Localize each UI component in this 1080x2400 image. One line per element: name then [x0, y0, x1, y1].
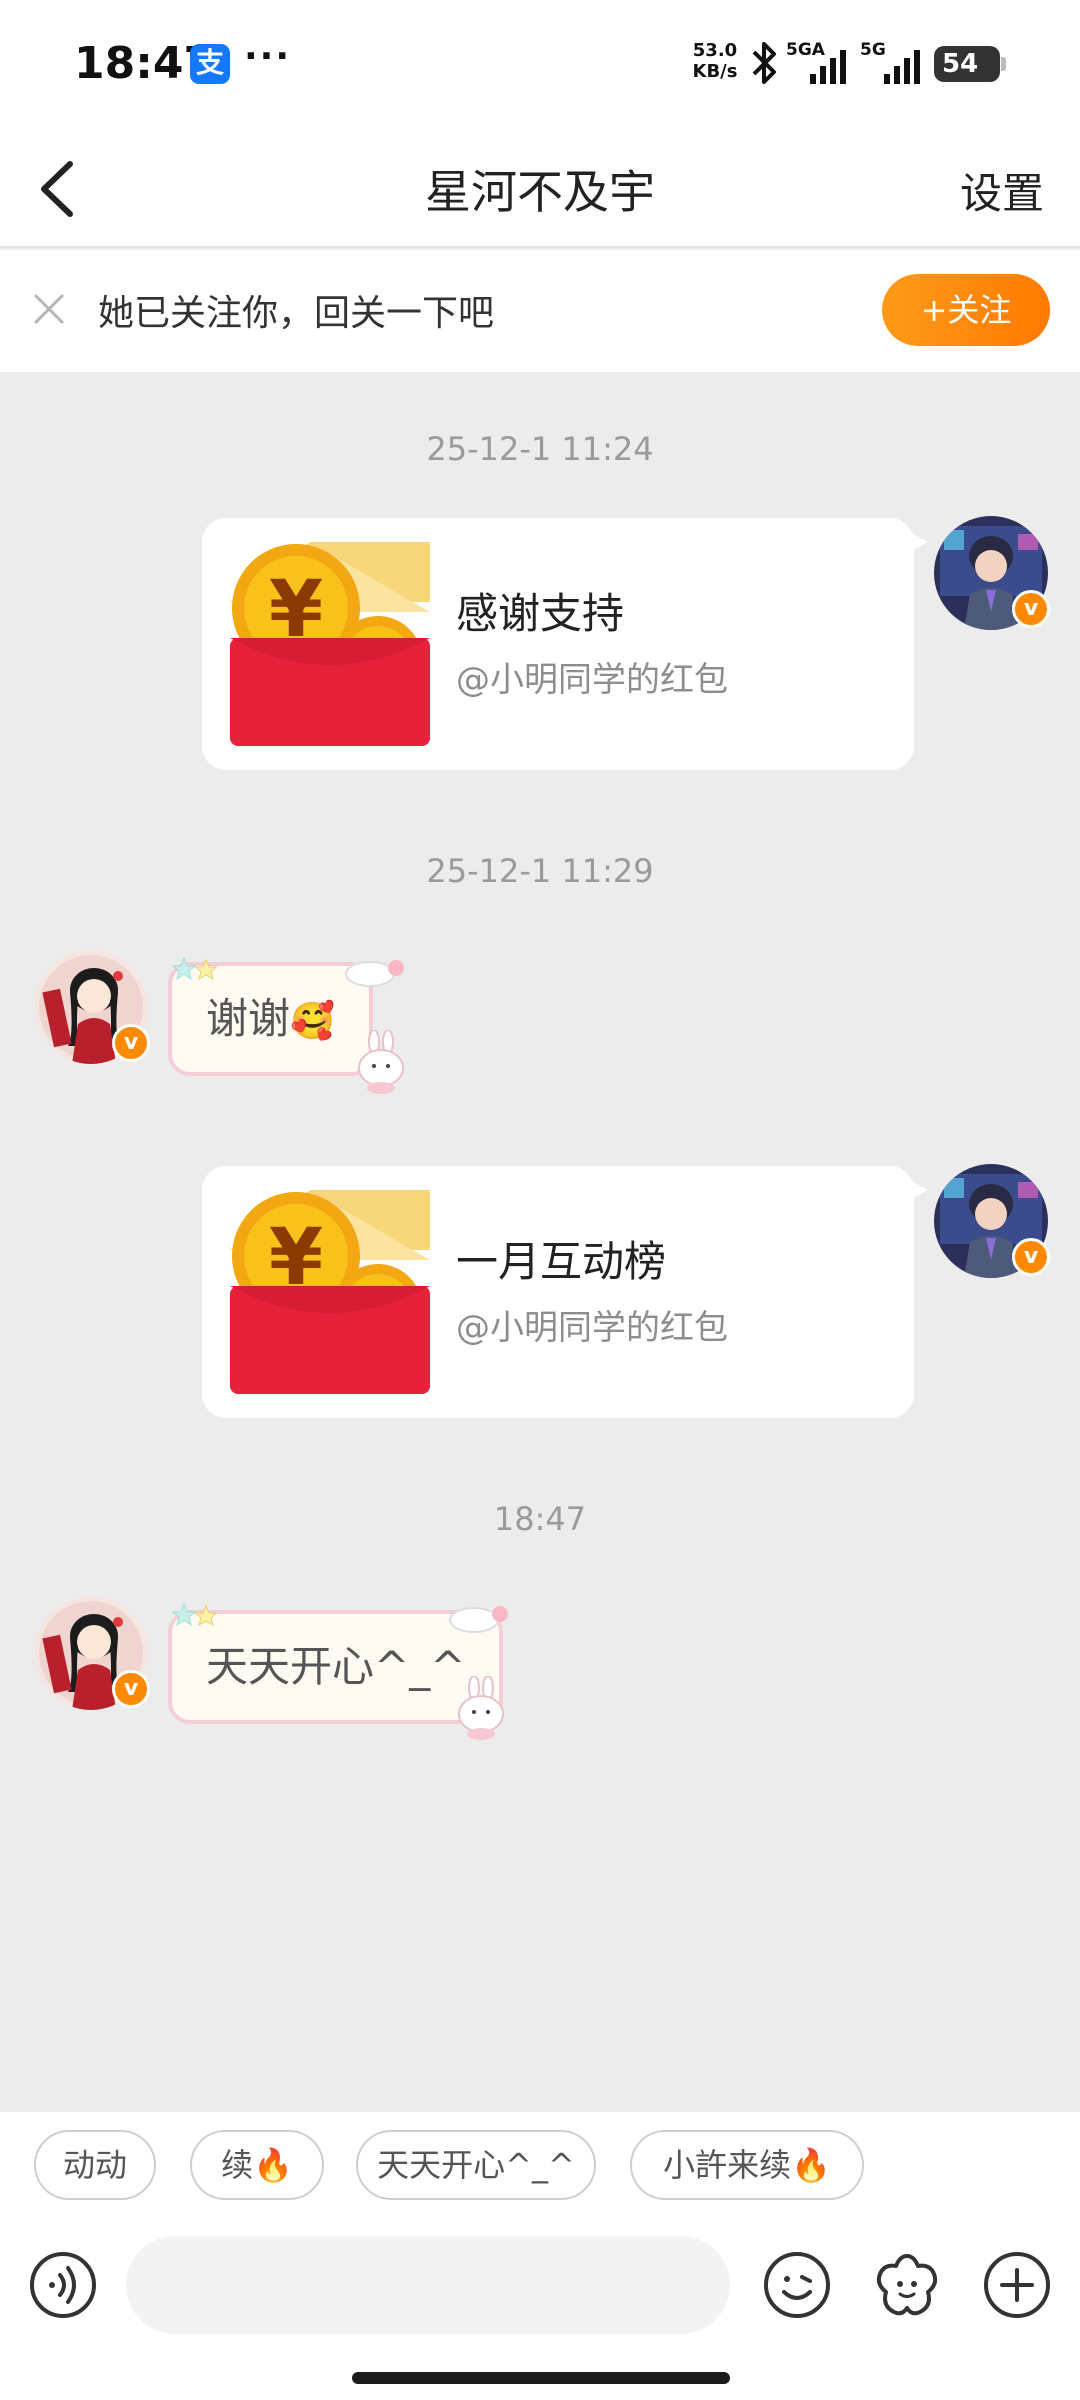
red-packet-card[interactable]: ¥ 感谢支持 @小明同学的红包: [202, 518, 928, 770]
follow-button[interactable]: +关注: [882, 274, 1050, 346]
red-packet-icon: ¥: [230, 542, 430, 746]
sticker-icon[interactable]: [872, 2250, 942, 2320]
bunny-sticker-icon: [458, 1676, 504, 1740]
emoji-icon[interactable]: [762, 2250, 832, 2320]
message-timestamp: 18:47: [493, 1500, 587, 1538]
my-avatar[interactable]: v: [934, 516, 1050, 630]
quick-reply-chip[interactable]: 动动: [34, 2130, 156, 2200]
verified-badge-icon: v: [1012, 590, 1050, 628]
message-text: 谢谢: [206, 994, 291, 1043]
star-sticker-icon: [172, 956, 218, 981]
quick-reply-bar: 动动 续🔥 天天开心^_^ 小許来续🔥: [0, 2112, 1080, 2232]
contact-avatar[interactable]: v: [34, 950, 150, 1064]
quick-reply-chip[interactable]: 小許来续🔥: [630, 2130, 864, 2200]
my-avatar[interactable]: v: [934, 1164, 1050, 1278]
alipay-app-icon: 支: [190, 44, 230, 84]
red-packet-card[interactable]: ¥ 一月互动榜 @小明同学的红包: [202, 1166, 928, 1418]
verified-badge-icon: v: [112, 1670, 150, 1708]
bunny-sticker-icon: [358, 1030, 404, 1094]
verified-badge-icon: v: [1012, 1238, 1050, 1276]
home-indicator[interactable]: [352, 2372, 730, 2384]
status-bar: 18:47 支 ··· 53.0 KB/s 5GA 5G 54: [0, 0, 1080, 130]
network-speed: 53.0 KB/s: [690, 40, 740, 82]
contact-avatar[interactable]: v: [34, 1596, 150, 1710]
red-packet-icon: ¥: [230, 1190, 430, 1394]
message-text: 天天开心^_^: [206, 1642, 466, 1691]
network-speed-value: 53.0: [692, 40, 738, 61]
signal-sim1: 5GA: [786, 40, 852, 86]
follow-back-banner: 她已关注你，回关一下吧 +关注: [0, 250, 1080, 372]
bluetooth-icon: [752, 42, 776, 84]
cloud-sticker-icon: [345, 960, 404, 987]
follow-back-text: 她已关注你，回关一下吧: [98, 293, 495, 334]
chat-title: 星河不及宇: [425, 165, 655, 219]
red-packet-sender: @小明同学的红包: [456, 660, 728, 700]
signal-sim2: 5G: [860, 40, 926, 86]
message-input[interactable]: [126, 2236, 730, 2334]
cloud-sticker-icon: [449, 1606, 508, 1633]
message-timestamp: 25-12-1 11:29: [426, 852, 654, 890]
settings-button[interactable]: 设置: [960, 160, 1044, 221]
smiling-hearts-emoji: 🥰: [290, 1001, 335, 1042]
star-sticker-icon: [172, 1602, 218, 1627]
red-packet-title: 感谢支持: [456, 589, 625, 638]
more-notifications-icon: ···: [244, 36, 292, 77]
red-packet-sender: @小明同学的红包: [456, 1308, 728, 1348]
red-packet-title: 一月互动榜: [456, 1237, 667, 1286]
chat-header: 星河不及宇 设置: [0, 130, 1080, 248]
close-icon[interactable]: [30, 290, 68, 328]
signal-bars-icon: [810, 50, 846, 84]
signal-bars-icon: [884, 50, 920, 84]
verified-badge-icon: v: [112, 1024, 150, 1062]
quick-reply-chip[interactable]: 续🔥: [190, 2130, 324, 2200]
battery-indicator: 54: [934, 46, 1006, 82]
quick-reply-chip[interactable]: 天天开心^_^: [356, 2130, 596, 2200]
network-speed-unit: KB/s: [692, 61, 738, 82]
voice-icon[interactable]: [28, 2250, 98, 2320]
message-timestamp: 25-12-1 11:24: [426, 430, 654, 468]
plus-icon[interactable]: [982, 2250, 1052, 2320]
